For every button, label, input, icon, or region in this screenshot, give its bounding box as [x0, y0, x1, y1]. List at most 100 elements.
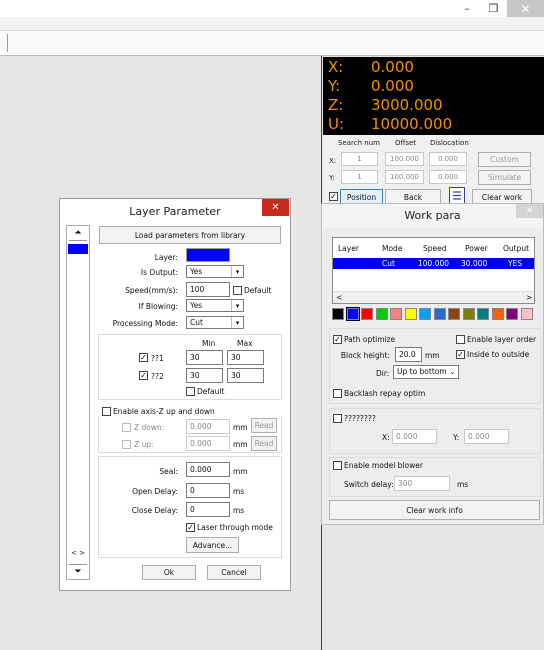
u-coord-value: 10000.000 — [371, 115, 453, 133]
path-optimize-checkbox[interactable]: ✓ — [333, 335, 342, 344]
enable-layer-order-checkbox[interactable] — [456, 335, 465, 344]
inside-to-outside-checkbox[interactable]: ✓ — [456, 350, 465, 359]
color-swatch[interactable] — [506, 308, 518, 320]
unknown-option-checkbox[interactable] — [333, 414, 342, 423]
close-delay-input[interactable]: 0 — [186, 502, 230, 517]
power1-max-input[interactable]: 30 — [227, 350, 264, 365]
position-checkbox[interactable]: ✓ — [329, 192, 338, 201]
axis-z-checkbox[interactable] — [102, 407, 111, 416]
column-layer: Layer — [338, 244, 359, 253]
offset-y-input[interactable]: 0.000 — [464, 429, 509, 444]
laser-through-checkbox[interactable]: ✓ — [186, 523, 195, 532]
min-header: Min — [202, 339, 216, 348]
offset-x-input[interactable]: 0.000 — [392, 429, 437, 444]
scroll-right-icon[interactable]: > — [526, 293, 532, 302]
minimize-button[interactable]: – — [454, 0, 480, 17]
scroll-left-right-icon[interactable]: < > — [67, 549, 89, 559]
color-swatch[interactable] — [448, 308, 460, 320]
advance-button[interactable]: Advance... — [186, 537, 239, 553]
dir-select[interactable]: Up to bottom ⌄ — [393, 365, 459, 379]
model-blower-checkbox[interactable] — [333, 461, 342, 470]
enable-layer-order-label: Enable layer order — [467, 335, 537, 344]
power-default-checkbox[interactable] — [186, 387, 195, 396]
power2-max-input[interactable]: 30 — [227, 368, 264, 383]
speed-input[interactable]: 100 — [186, 282, 230, 297]
z-up-checkbox[interactable] — [122, 440, 131, 449]
table-hscrollbar[interactable]: < > — [333, 291, 534, 303]
z-coord-value: 3000.000 — [371, 96, 443, 114]
power2-min-input[interactable]: 30 — [186, 368, 223, 383]
layer-color-swatch[interactable] — [186, 248, 230, 262]
color-swatch[interactable] — [361, 308, 373, 320]
clear-work-info-button[interactable]: Clear work info — [329, 500, 540, 520]
scroll-down-icon[interactable]: ⏷ — [69, 564, 87, 578]
layer-param-close-icon[interactable]: ✕ — [262, 199, 289, 216]
load-from-library-button[interactable]: Load parameters from library — [99, 226, 281, 244]
restore-button[interactable]: ❐ — [480, 0, 507, 17]
backlash-checkbox[interactable] — [333, 389, 342, 398]
color-swatch[interactable] — [332, 308, 344, 320]
x-search-num-field[interactable]: 1 — [341, 152, 378, 166]
color-swatch[interactable] — [520, 308, 533, 320]
list-icon[interactable] — [449, 187, 465, 204]
path-optimize-label: Path optimize — [344, 335, 396, 344]
color-swatch[interactable] — [477, 308, 489, 320]
processing-mode-label: Processing Mode: — [112, 319, 178, 328]
power1-checkbox[interactable]: ✓ — [139, 353, 148, 362]
work-para-close-icon[interactable]: ✕ — [516, 204, 543, 218]
scroll-up-icon[interactable]: ⏶ — [69, 227, 87, 241]
column-output: Output — [503, 244, 530, 253]
close-window-button[interactable]: ✕ — [507, 0, 544, 17]
y-dislocation-field[interactable]: 0.000 — [429, 170, 467, 184]
dislocation-header: Dislocation — [430, 139, 469, 147]
switch-delay-input[interactable]: 300 — [394, 476, 450, 491]
z-up-read-button[interactable]: Read — [251, 436, 277, 451]
layer-param-title: Layer Parameter — [129, 205, 221, 218]
column-power: Power — [465, 244, 488, 253]
color-swatch[interactable] — [375, 308, 388, 320]
block-height-input[interactable]: 20.0 — [395, 347, 422, 362]
table-row[interactable]: Cut 100.000 30.000 YES — [333, 258, 534, 269]
if-blowing-select[interactable]: Yes ▾ — [186, 299, 244, 312]
u-coord-label: U: — [328, 115, 345, 133]
power2-checkbox[interactable]: ✓ — [139, 371, 148, 380]
chevron-down-icon: ▾ — [231, 300, 243, 311]
x-offset-field[interactable]: 100.000 — [385, 152, 424, 166]
power1-label: ??1 — [151, 354, 164, 363]
color-swatch[interactable] — [404, 308, 417, 320]
y-offset-field[interactable]: 100.000 — [385, 170, 424, 184]
speed-default-checkbox[interactable] — [233, 286, 242, 295]
power-default-label: Default — [197, 387, 225, 396]
z-down-checkbox[interactable] — [122, 423, 131, 432]
z-down-read-button[interactable]: Read — [251, 418, 277, 433]
color-swatch[interactable] — [345, 307, 360, 321]
open-delay-input[interactable]: 0 — [186, 483, 230, 498]
dir-label: Dir: — [376, 369, 390, 378]
chevron-down-icon: ▾ — [231, 317, 243, 328]
x-row-label: X: — [329, 157, 337, 165]
custom-button[interactable]: Custom — [478, 152, 531, 167]
z-down-input[interactable]: 0.000 — [186, 419, 230, 434]
color-swatch[interactable] — [462, 308, 475, 320]
color-swatch[interactable] — [491, 308, 504, 320]
is-output-select[interactable]: Yes ▾ — [186, 265, 244, 278]
z-up-input[interactable]: 0.000 — [186, 436, 230, 451]
layer-list-item[interactable] — [68, 244, 88, 254]
ok-button[interactable]: Ok — [142, 565, 196, 580]
processing-mode-select[interactable]: Cut ▾ — [186, 316, 244, 329]
if-blowing-label: If Blowing: — [138, 302, 178, 311]
x-dislocation-field[interactable]: 0.000 — [429, 152, 467, 166]
y-search-num-field[interactable]: 1 — [341, 170, 378, 184]
scroll-left-icon[interactable]: < — [336, 293, 342, 302]
work-para-panel: Work para ✕ Layer Mode Speed Power Outpu… — [321, 203, 544, 525]
color-swatch[interactable] — [433, 308, 446, 320]
seal-input[interactable]: 0.000 — [186, 462, 230, 477]
simulate-button[interactable]: Simulate — [478, 170, 531, 185]
color-swatch[interactable] — [419, 308, 431, 320]
power1-min-input[interactable]: 30 — [186, 350, 223, 365]
is-output-value: Yes — [190, 267, 203, 276]
toolbar — [0, 31, 544, 56]
cancel-button[interactable]: Cancel — [207, 565, 261, 580]
row-mode: Cut — [382, 259, 395, 268]
color-swatch[interactable] — [390, 308, 402, 320]
